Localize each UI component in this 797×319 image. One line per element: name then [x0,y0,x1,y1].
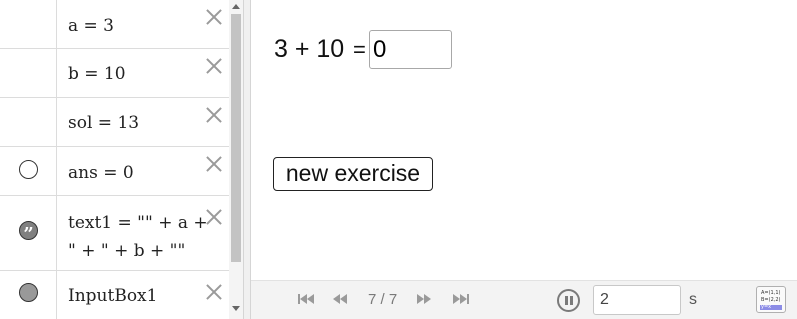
view-splitter[interactable] [243,0,251,319]
equals-sign: = [353,37,366,62]
algebra-row-text-line1: text1 = "" + a + [68,213,208,233]
delete-icon[interactable] [204,105,224,125]
algebra-row-inputbox1[interactable]: InputBox1 [0,271,229,319]
play-speed-input[interactable]: 2 [593,285,681,315]
algebra-view: a = 3 b = 10 sol = 13 ans = 0 ” text1 = … [0,0,243,319]
speed-unit-label: s [689,291,697,308]
algebra-row-text: b = 10 [68,64,126,84]
algebra-row-a[interactable]: a = 3 [0,0,229,49]
algebra-row-b[interactable]: b = 10 [0,49,229,98]
table-icon-line: y=x [761,304,772,310]
table-icon-line: A=(1,1) [761,290,781,296]
next-step-icon[interactable] [417,294,431,306]
exercise-equation: 3 + 10 [274,35,345,63]
algebra-row-ans[interactable]: ans = 0 [0,147,229,196]
delete-icon[interactable] [204,154,224,174]
step-counter: 7 / 7 [368,291,398,308]
algebra-row-text: sol = 13 [68,113,140,133]
scrollbar-thumb[interactable] [231,14,241,262]
algebra-row-text: InputBox1 [68,286,158,306]
scroll-up-arrow-icon[interactable] [232,4,240,9]
algebra-row-sol[interactable]: sol = 13 [0,98,229,147]
visibility-marble-hidden-icon[interactable] [19,160,38,179]
scroll-down-arrow-icon[interactable] [232,306,240,311]
algebra-row-text: a = 3 [68,16,115,36]
delete-icon[interactable] [204,56,224,76]
delete-icon[interactable] [204,7,224,27]
visibility-toggle-cell [0,98,57,146]
visibility-marble-shown-icon[interactable] [19,283,38,302]
visibility-toggle-cell: ” [0,196,57,270]
delete-icon[interactable] [204,207,224,227]
new-exercise-button[interactable]: new exercise [273,157,433,191]
algebra-row-text-line2: " + " + b + "" [68,241,186,261]
delete-icon[interactable] [204,282,224,302]
algebra-row-text1[interactable]: ” text1 = "" + a + " + " + b + "" [0,196,229,271]
construction-playbar: 7 / 7 2 s A=(1,1) B=(2,2) y=x [251,280,797,319]
visibility-toggle-cell [0,271,57,319]
last-step-icon[interactable] [453,294,469,306]
answer-input[interactable]: 0 [369,30,452,69]
pause-icon[interactable] [557,289,580,312]
algebra-scrollbar[interactable] [229,0,243,319]
previous-step-icon[interactable] [333,294,347,306]
construction-protocol-icon[interactable]: A=(1,1) B=(2,2) y=x [756,286,786,313]
visibility-toggle-cell [0,147,57,195]
visibility-toggle-cell [0,49,57,97]
graphics-view: 3 + 10 = 0 new exercise 7 / 7 2 s A=(1,1… [251,0,797,319]
text-marble-icon[interactable]: ” [19,221,38,240]
first-step-icon[interactable] [298,294,314,306]
table-icon-line: B=(2,2) [761,297,781,303]
algebra-row-text: ans = 0 [68,163,134,183]
visibility-toggle-cell [0,0,57,48]
